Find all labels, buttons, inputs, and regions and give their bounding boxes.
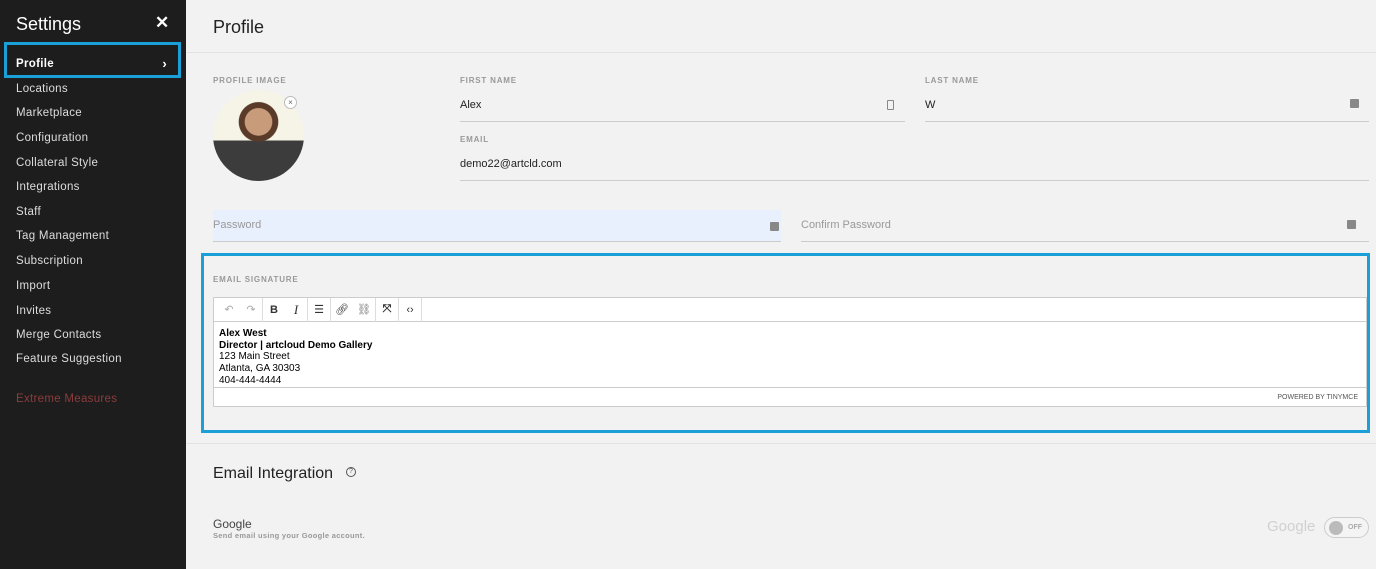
google-toggle[interactable]: OFF — [1324, 517, 1369, 538]
email-underline — [460, 180, 1369, 181]
unlink-icon[interactable]: ⛓︎ — [353, 303, 375, 316]
italic-icon[interactable]: I — [285, 302, 307, 318]
sidebar-item-merge-contacts[interactable]: Merge Contacts — [16, 329, 101, 341]
sidebar-item-subscription[interactable]: Subscription — [16, 255, 83, 267]
signature-line: Director | artcloud Demo Gallery — [219, 339, 373, 351]
toolbar-separator — [421, 297, 422, 322]
signature-line: 404-444-4444 — [219, 374, 282, 386]
confirm-password-placeholder: Confirm Password — [801, 219, 891, 231]
bold-icon[interactable]: B — [263, 304, 285, 316]
email-integration-title: Email Integration — [213, 465, 334, 482]
first-name-input[interactable]: Alex — [460, 99, 481, 111]
contact-card-icon — [887, 100, 894, 110]
divider — [186, 52, 1376, 53]
sidebar-item-collateral-style[interactable]: Collateral Style — [16, 157, 98, 169]
help-icon[interactable]: ? — [346, 467, 356, 477]
fullscreen-icon[interactable]: ⤧ — [376, 303, 398, 316]
email-input[interactable]: demo22@artcld.com — [460, 158, 562, 170]
password-placeholder: Password — [213, 219, 262, 231]
profile-image-label: PROFILE IMAGE — [213, 76, 287, 85]
first-name-label: FIRST NAME — [460, 76, 517, 85]
sidebar-item-profile[interactable]: Profile › — [4, 42, 181, 78]
redo-icon[interactable]: ↷ — [240, 303, 262, 316]
sidebar-title: Settings — [16, 14, 82, 34]
confirm-password-field[interactable]: Confirm Password — [801, 210, 1369, 242]
toggle-state: OFF — [1348, 524, 1362, 531]
sidebar-item-invites[interactable]: Invites — [16, 305, 51, 317]
divider — [186, 443, 1376, 444]
page-title: Profile — [213, 17, 265, 37]
sidebar-item-integrations[interactable]: Integrations — [16, 181, 80, 193]
sidebar-item-locations[interactable]: Locations — [16, 83, 68, 95]
password-field[interactable]: Password — [213, 210, 781, 242]
editor-toolbar: ↶ ↷ B I ☰ 🔗︎ ⛓︎ ⤧ ‹› — [214, 297, 1366, 322]
signature-content[interactable]: Alex West Director | artcloud Demo Galle… — [214, 322, 1366, 388]
first-name-underline — [460, 121, 905, 122]
last-name-label: LAST NAME — [925, 76, 979, 85]
last-name-underline — [925, 121, 1369, 122]
sidebar-item-feature-suggestion[interactable]: Feature Suggestion — [16, 353, 122, 365]
sidebar-item-staff[interactable]: Staff — [16, 206, 41, 218]
google-logo: Google — [1267, 518, 1316, 535]
autofill-icon — [1350, 99, 1359, 108]
settings-sidebar: Settings ✕ Profile › Locations Marketplac… — [0, 0, 186, 569]
powered-by-tinymce[interactable]: POWERED BY TINYMCE — [214, 388, 1366, 401]
email-signature-label: EMAIL SIGNATURE — [213, 275, 299, 284]
last-name-input[interactable]: W — [925, 99, 935, 111]
sidebar-item-label: Profile — [16, 58, 54, 70]
signature-line: Atlanta, GA 30303 — [219, 363, 301, 375]
autofill-icon — [1347, 220, 1356, 229]
autofill-icon — [770, 222, 779, 231]
signature-line: 123 Main Street — [219, 351, 290, 363]
signature-editor[interactable]: ↶ ↷ B I ☰ 🔗︎ ⛓︎ ⤧ ‹› Alex West Director … — [213, 297, 1367, 407]
google-provider-description: Send email using your Google account. — [213, 531, 365, 540]
link-icon[interactable]: 🔗︎ — [331, 303, 353, 316]
bullet-list-icon[interactable]: ☰ — [308, 303, 330, 316]
remove-image-icon[interactable]: × — [284, 96, 297, 109]
close-icon[interactable]: ✕ — [155, 13, 169, 33]
google-provider-label: Google — [213, 517, 252, 531]
sidebar-item-configuration[interactable]: Configuration — [16, 132, 88, 144]
sidebar-item-import[interactable]: Import — [16, 280, 50, 292]
sidebar-item-extreme-measures[interactable]: Extreme Measures — [16, 393, 117, 405]
sidebar-item-tag-management[interactable]: Tag Management — [16, 230, 109, 242]
toggle-knob — [1329, 521, 1343, 535]
chevron-right-icon: › — [162, 56, 167, 71]
source-code-icon[interactable]: ‹› — [399, 304, 421, 316]
sidebar-item-marketplace[interactable]: Marketplace — [16, 107, 82, 119]
email-label: EMAIL — [460, 135, 489, 144]
signature-line: Alex West — [219, 328, 267, 339]
undo-icon[interactable]: ↶ — [218, 303, 240, 316]
